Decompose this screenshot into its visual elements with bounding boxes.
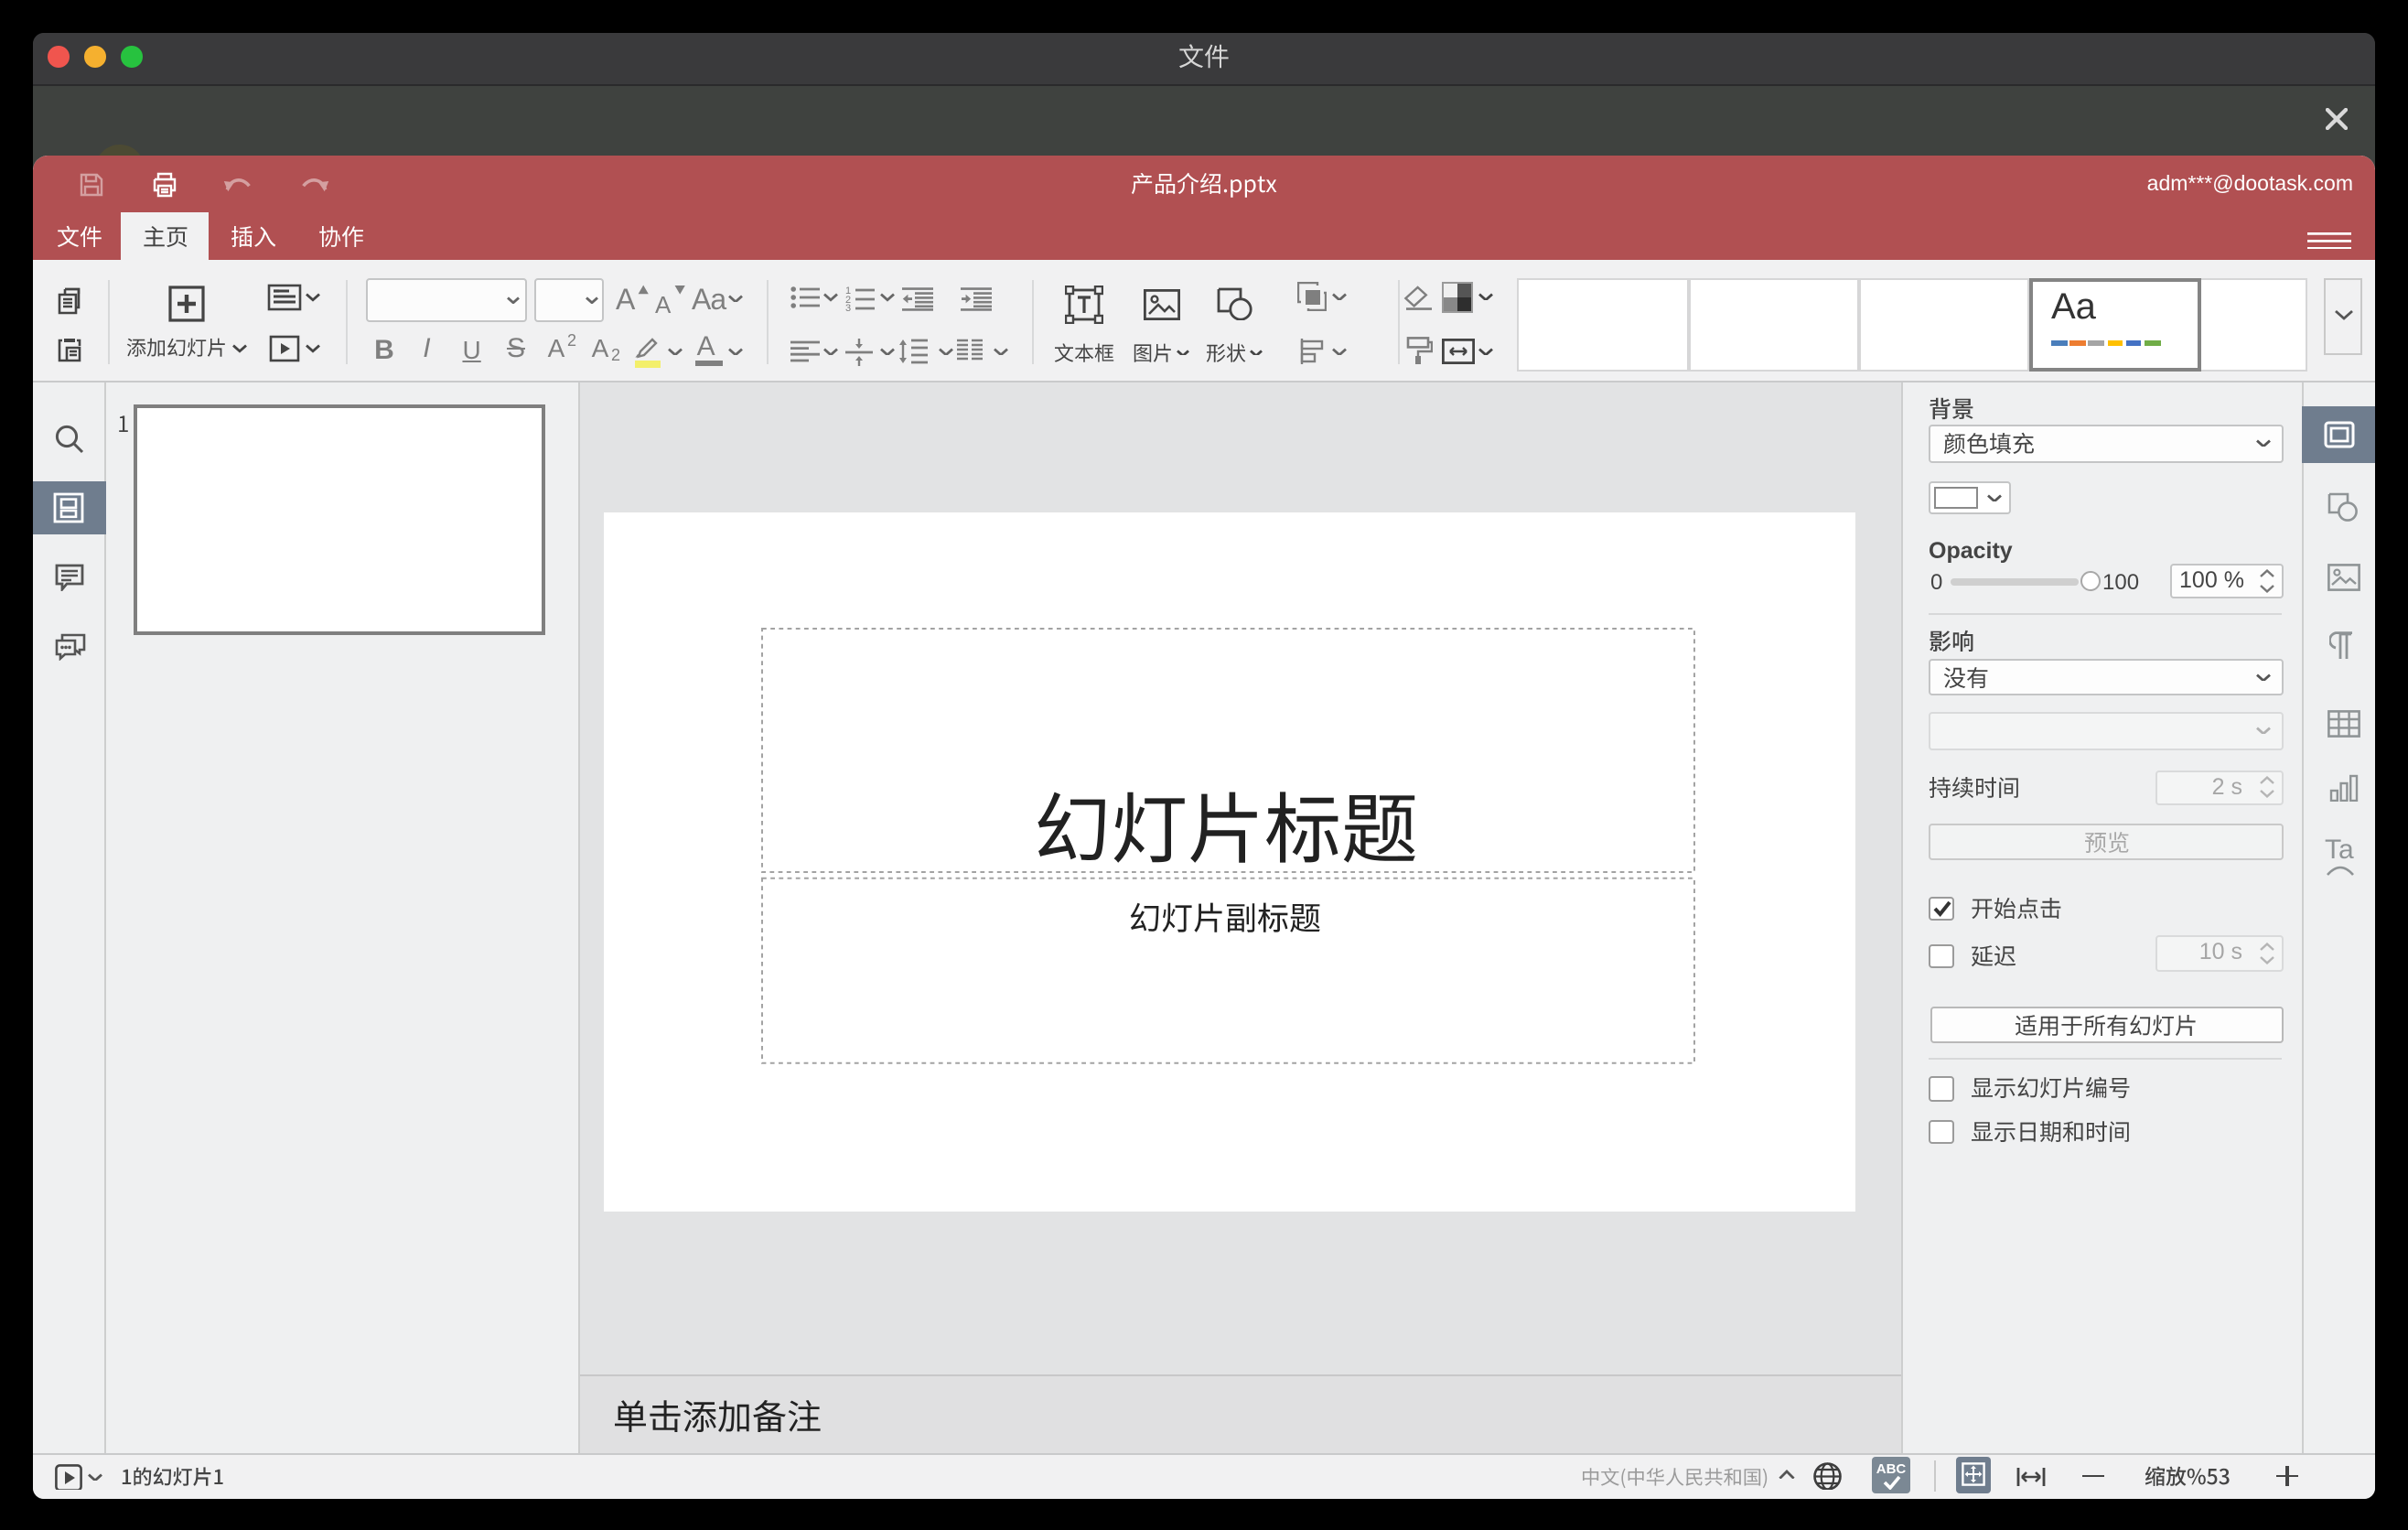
- svg-text:3: 3: [845, 302, 851, 310]
